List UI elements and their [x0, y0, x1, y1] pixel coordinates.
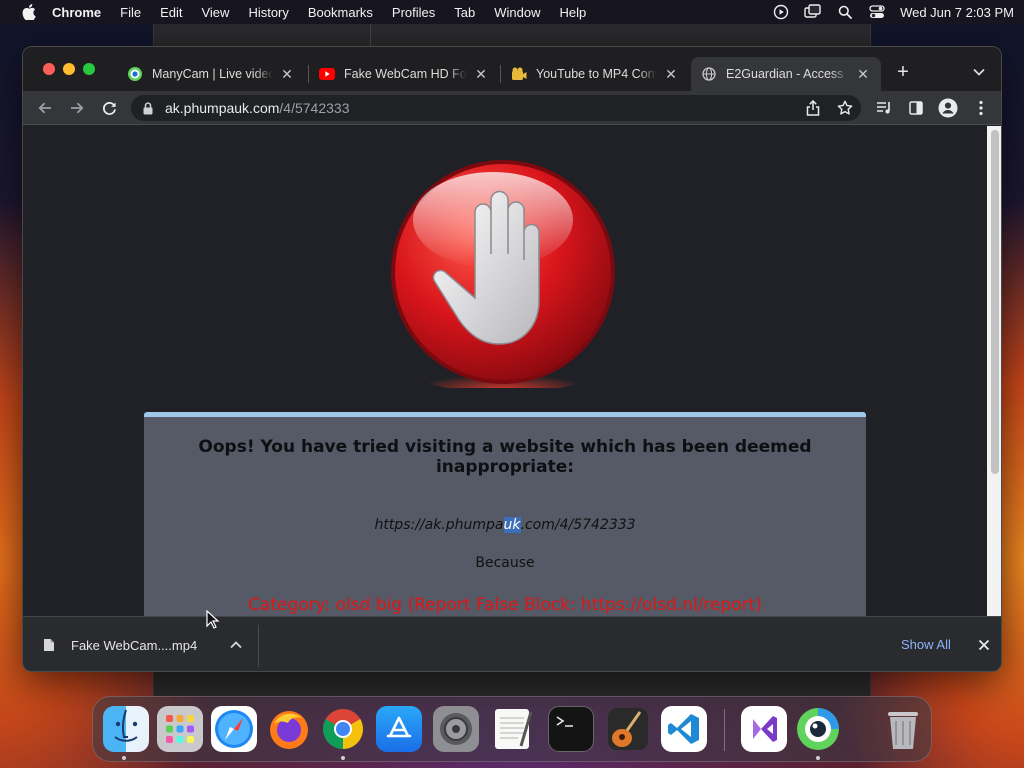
- browser-toolbar: ak.phumpauk.com/4/5742333: [23, 91, 1001, 125]
- close-tab-icon[interactable]: ✕: [855, 66, 871, 82]
- tab-youtube-to-mp4[interactable]: YouTube to MP4 Conv ✕: [501, 57, 689, 91]
- close-download-bar-icon[interactable]: [975, 636, 993, 654]
- lock-icon[interactable]: [143, 101, 155, 115]
- minimize-window-button[interactable]: [63, 63, 75, 75]
- menu-profiles[interactable]: Profiles: [392, 5, 435, 20]
- close-window-button[interactable]: [43, 63, 55, 75]
- share-icon[interactable]: [803, 98, 823, 118]
- converter-icon: [511, 66, 527, 82]
- scrollbar-thumb[interactable]: [991, 130, 999, 474]
- mouse-cursor-icon: [206, 610, 220, 629]
- firefox-icon[interactable]: [266, 706, 312, 752]
- globe-icon: [701, 66, 717, 82]
- chevron-down-icon[interactable]: [971, 64, 987, 80]
- youtube-icon: [319, 66, 335, 82]
- launchpad-icon[interactable]: [157, 706, 203, 752]
- stop-hand-icon: [391, 160, 615, 388]
- chevron-up-icon[interactable]: [228, 637, 244, 653]
- menu-bar: Chrome File Edit View History Bookmarks …: [0, 0, 1024, 24]
- apple-icon[interactable]: [18, 1, 40, 23]
- app-store-icon[interactable]: [376, 706, 422, 752]
- browser-window: ManyCam | Live video ✕ Fake WebCam HD Fo…: [22, 46, 1002, 672]
- tab-manycam[interactable]: ManyCam | Live video ✕: [117, 57, 305, 91]
- media-controls-icon[interactable]: [874, 98, 894, 118]
- menu-edit[interactable]: Edit: [160, 5, 182, 20]
- download-filename: Fake WebCam....mp4: [71, 637, 198, 653]
- dock: [92, 696, 932, 762]
- menu-view[interactable]: View: [201, 5, 229, 20]
- visual-studio-icon[interactable]: [741, 706, 787, 752]
- back-arrow-icon[interactable]: [35, 98, 55, 118]
- safari-icon[interactable]: [211, 706, 257, 752]
- close-tab-icon[interactable]: ✕: [663, 66, 679, 82]
- profile-avatar-icon[interactable]: [938, 98, 958, 118]
- page-scrollbar[interactable]: [987, 126, 1001, 616]
- tab-e2guardian[interactable]: E2Guardian - Access ✕: [691, 57, 881, 91]
- window-controls: [43, 63, 95, 75]
- menu-app-name[interactable]: Chrome: [52, 5, 101, 20]
- garageband-icon[interactable]: [605, 706, 651, 752]
- menu-file[interactable]: File: [120, 5, 141, 20]
- close-tab-icon[interactable]: ✕: [473, 66, 489, 82]
- new-tab-icon[interactable]: +: [893, 61, 913, 83]
- manycam-icon: [127, 66, 143, 82]
- reload-icon[interactable]: [99, 98, 119, 118]
- address-bar[interactable]: ak.phumpauk.com/4/5742333: [131, 95, 861, 121]
- page-content: Oops! You have tried visiting a website …: [23, 126, 987, 616]
- vscode-icon[interactable]: [661, 706, 707, 752]
- menu-bookmarks[interactable]: Bookmarks: [308, 5, 373, 20]
- menubar-clock[interactable]: Wed Jun 7 2:03 PM: [900, 5, 1014, 20]
- because-label: Because: [475, 555, 535, 571]
- finder-icon[interactable]: [103, 706, 149, 752]
- close-tab-icon[interactable]: ✕: [279, 66, 295, 82]
- manycam-dock-icon[interactable]: [795, 706, 841, 752]
- menu-tab[interactable]: Tab: [454, 5, 475, 20]
- screen-record-icon[interactable]: [772, 3, 790, 21]
- tab-strip: ManyCam | Live video ✕ Fake WebCam HD Fo…: [23, 47, 1001, 91]
- menu-history[interactable]: History: [248, 5, 288, 20]
- blocked-url[interactable]: https://ak.phumpauk.com/4/5742333: [144, 517, 866, 533]
- menu-help[interactable]: Help: [560, 5, 587, 20]
- tab-fake-webcam[interactable]: Fake WebCam HD For ✕: [309, 57, 499, 91]
- download-item[interactable]: Fake WebCam....mp4: [43, 631, 197, 659]
- system-settings-icon[interactable]: [433, 706, 479, 752]
- trash-icon[interactable]: [880, 706, 926, 752]
- more-menu-icon[interactable]: [971, 98, 991, 118]
- block-message-box: Oops! You have tried visiting a website …: [144, 412, 866, 616]
- bookmark-star-icon[interactable]: [835, 98, 855, 118]
- file-icon: [44, 639, 54, 651]
- menu-window[interactable]: Window: [494, 5, 540, 20]
- block-message: Oops! You have tried visiting a website …: [198, 437, 812, 477]
- control-center-icon[interactable]: [868, 3, 886, 21]
- spotlight-search-icon[interactable]: [836, 3, 854, 21]
- chrome-icon[interactable]: [320, 706, 366, 752]
- show-all-button[interactable]: Show All: [901, 637, 951, 652]
- side-panel-icon[interactable]: [906, 98, 926, 118]
- download-bar: Fake WebCam....mp4 Show All: [23, 616, 1001, 671]
- url-text[interactable]: ak.phumpauk.com/4/5742333: [165, 100, 349, 116]
- zoom-window-button[interactable]: [83, 63, 95, 75]
- block-category[interactable]: Category: olsd big (Report False Block: …: [144, 595, 866, 615]
- textedit-icon[interactable]: [490, 706, 536, 752]
- terminal-icon[interactable]: [548, 706, 594, 752]
- forward-arrow-icon[interactable]: [67, 98, 87, 118]
- screen-mirroring-icon[interactable]: [804, 3, 822, 21]
